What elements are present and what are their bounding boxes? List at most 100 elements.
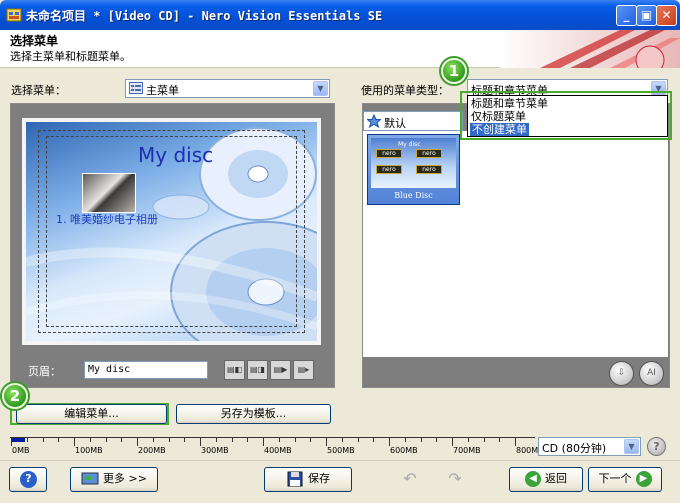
- back-button-label: 返回: [545, 472, 567, 485]
- ruler-major-tick: [137, 437, 138, 446]
- ruler-major-tick: [452, 437, 453, 446]
- minimize-button[interactable]: _: [616, 5, 637, 26]
- select-menu-combo[interactable]: 主菜单 ▼: [125, 79, 330, 98]
- menu-btn-icon-1[interactable]: ▤◧: [224, 360, 245, 380]
- template-category-combo[interactable]: 默认: [363, 111, 463, 131]
- page-subtitle: 选择主菜单和标题菜单。: [10, 50, 131, 63]
- back-arrow-icon: ◀: [525, 471, 541, 487]
- ruler-major-tick: [200, 437, 201, 446]
- capacity-ruler: 0MB 100MB 200MB 300MB 400MB 500MB 600MB 700MB 80…: [10, 437, 544, 457]
- back-button[interactable]: ◀ 返回: [509, 467, 583, 492]
- chevron-down-icon[interactable]: ▼: [624, 439, 639, 454]
- disc-type-value: CD (80分钟): [542, 442, 607, 455]
- ruler-minor-tick: [310, 437, 312, 442]
- thumb-button-4: nero: [416, 165, 442, 174]
- download-templates-button[interactable]: ⇩: [609, 361, 634, 386]
- minimize-icon: _: [623, 8, 630, 22]
- footer-label: 页眉：: [28, 365, 61, 378]
- ruler-minor-tick: [247, 437, 249, 442]
- ruler-major-tick: [11, 437, 12, 446]
- ruler-minor-tick: [152, 437, 154, 442]
- menu-type-dropdown-list[interactable]: 标题和章节菜单 仅标题菜单 不创建菜单: [467, 95, 668, 137]
- ruler-minor-tick: [404, 437, 406, 442]
- star-icon: [366, 113, 382, 131]
- ruler-major-tick: [326, 437, 327, 446]
- close-icon: ✕: [661, 8, 672, 22]
- ruler-minor-tick: [215, 437, 217, 442]
- redo-icon[interactable]: ↷: [440, 467, 470, 492]
- close-button[interactable]: ✕: [656, 5, 677, 26]
- ruler-minor-tick: [341, 437, 343, 442]
- ruler-minor-tick: [294, 437, 296, 442]
- ruler-minor-tick: [105, 437, 107, 442]
- header-decoration: [500, 30, 680, 68]
- ruler-tick-label: 400MB: [264, 446, 292, 455]
- preview-photo[interactable]: [82, 173, 136, 213]
- more-button[interactable]: 更多 >>: [70, 467, 158, 492]
- next-button[interactable]: 下一个 ▶: [588, 467, 662, 492]
- ruler-minor-tick: [168, 437, 170, 442]
- preview-disc-title[interactable]: My disc: [138, 143, 213, 167]
- ruler-tick-label: 100MB: [75, 446, 103, 455]
- ruler-tick-label: 500MB: [327, 446, 355, 455]
- menu-type-option-title-only[interactable]: 仅标题菜单: [471, 110, 526, 123]
- ruler-baseline: [10, 437, 535, 438]
- edit-menu-button[interactable]: 编辑菜单...: [16, 404, 167, 424]
- chevron-down-icon[interactable]: ▼: [313, 81, 328, 96]
- next-button-label: 下一个: [598, 472, 632, 485]
- menu-type-label: 使用的菜单类型：: [361, 84, 449, 97]
- ruler-minor-tick: [436, 437, 438, 442]
- ruler-tick-label: 300MB: [201, 446, 229, 455]
- ruler-major-tick: [515, 437, 516, 446]
- ruler-minor-tick: [231, 437, 233, 442]
- ruler-minor-tick: [184, 437, 186, 442]
- ruler-major-tick: [389, 437, 390, 446]
- ruler-minor-tick: [357, 437, 359, 442]
- preview-album-item[interactable]: 1. 唯美婚纱电子相册: [56, 211, 158, 227]
- select-menu-label: 选择菜单：: [11, 84, 66, 97]
- save-as-template-button[interactable]: 另存为模板...: [176, 404, 331, 424]
- floppy-icon: [286, 471, 304, 487]
- ruler-tick-label: 0MB: [12, 446, 30, 455]
- ai-button[interactable]: AI: [639, 361, 664, 386]
- menu-btn-icon-2[interactable]: ▤◨: [247, 360, 268, 380]
- menu-grid-icon: [129, 82, 143, 97]
- help-icon: ?: [20, 471, 37, 488]
- help-icon[interactable]: ?: [647, 437, 666, 456]
- ruler-minor-tick: [42, 437, 44, 442]
- thumb-button-1: nero: [376, 149, 402, 158]
- footer-input[interactable]: My disc: [84, 361, 208, 379]
- ruler-tick-label: 200MB: [138, 446, 166, 455]
- ai-icon: AI: [647, 368, 656, 378]
- ruler-minor-tick: [499, 437, 501, 442]
- ruler-minor-tick: [89, 437, 91, 442]
- ruler-major-tick: [263, 437, 264, 446]
- thumb-button-2: nero: [416, 149, 442, 158]
- app-icon: [6, 7, 22, 23]
- help-button[interactable]: ?: [9, 467, 47, 492]
- thumb-button-3: nero: [376, 165, 402, 174]
- ruler-minor-tick: [467, 437, 469, 442]
- ruler-tick-label: 600MB: [390, 446, 418, 455]
- menu-btn-icon-3[interactable]: ▤▶: [270, 360, 291, 380]
- undo-icon[interactable]: ↶: [395, 467, 425, 492]
- screen-icon: [81, 471, 99, 487]
- disc-type-combo[interactable]: CD (80分钟) ▼: [538, 437, 641, 456]
- callout-2-badge: 2: [2, 383, 28, 409]
- template-category-value: 默认: [384, 117, 406, 130]
- ruler-tick-label: 700MB: [453, 446, 481, 455]
- ruler-minor-tick: [420, 437, 422, 442]
- thumb-caption: Blue Disc: [394, 191, 433, 200]
- menu-type-option-no-menu[interactable]: 不创建菜单: [470, 123, 529, 136]
- maximize-button[interactable]: ▣: [636, 5, 657, 26]
- ruler-minor-tick: [373, 437, 375, 442]
- ruler-minor-tick: [121, 437, 123, 442]
- save-button-label: 保存: [308, 472, 330, 485]
- menu-type-option-title-chapter[interactable]: 标题和章节菜单: [471, 97, 548, 110]
- ruler-minor-tick: [483, 437, 485, 442]
- save-button[interactable]: 保存: [264, 467, 352, 492]
- menu-btn-icon-4[interactable]: ▤▸: [293, 360, 314, 380]
- template-thumbnail-blue-disc[interactable]: My disc nero nero nero nero Blue Disc: [367, 134, 460, 205]
- maximize-icon: ▣: [640, 8, 653, 22]
- ruler-major-tick: [74, 437, 75, 446]
